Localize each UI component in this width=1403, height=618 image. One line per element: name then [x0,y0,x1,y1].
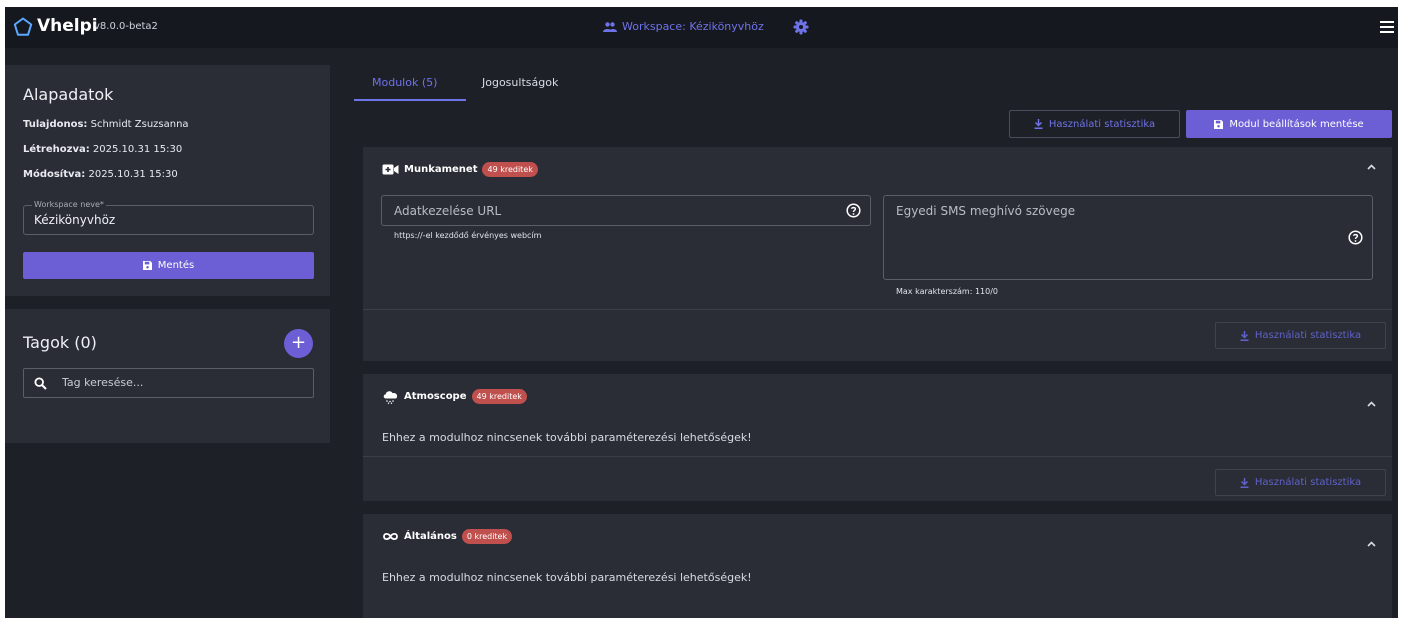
video-camera-icon [382,164,399,175]
save-module-settings-label: Modul beállítások mentése [1229,118,1364,130]
no-params-message: Ehhez a modulhoz nincsenek további param… [382,431,752,444]
modified-value: 2025.10.31 15:30 [88,169,178,180]
module-header[interactable]: Munkamenet 49 kreditek [382,162,538,177]
gear-icon[interactable] [793,19,809,35]
privacy-url-placeholder: Adatkezelése URL [394,204,502,218]
floppy-disk-icon [1214,119,1224,129]
chevron-up-icon[interactable] [1367,164,1376,170]
workspace-name-label: Workspace neve* [32,200,106,209]
created-value: 2025.10.31 15:30 [92,144,183,155]
infinity-icon [383,532,398,541]
usage-stats-label: Használati statisztika [1254,477,1362,488]
chevron-up-icon[interactable] [1367,401,1376,407]
download-icon [1240,330,1249,341]
app-version: v8.0.0-beta2 [94,21,158,32]
save-button[interactable]: Mentés [23,252,314,279]
sms-char-count: Max karakterszám: 110/0 [896,287,999,296]
help-icon[interactable] [1348,230,1363,245]
brand-name[interactable]: Vhelpi [37,16,98,36]
tab-permissions[interactable]: Jogosultságok [482,76,558,89]
sms-invite-text-field[interactable]: Egyedi SMS meghívó szövege [883,195,1373,280]
created-row: Létrehozva: 2025.10.31 15:30 [23,144,182,155]
divider [363,456,1392,457]
privacy-url-hint: https://-el kezdődő érvényes webcím [394,231,542,240]
download-icon [1034,119,1043,129]
modified-row: Módosítva: 2025.10.31 15:30 [23,169,178,180]
module-card-munkamenet: Munkamenet 49 kreditek Adatkezelése URL … [363,147,1392,361]
workspace-name-value[interactable]: Kézikönyvhöz [34,213,115,227]
app-window: Vhelpi v8.0.0-beta2 Workspace: Kézikönyv… [5,7,1398,618]
usage-stats-label: Használati statisztika [1048,118,1156,130]
logo-icon [13,17,33,36]
workspace-name-field[interactable]: Workspace neve* Kézikönyvhöz [23,200,314,235]
cloud-icon [383,391,398,404]
download-icon [1240,477,1249,488]
module-card-atmoscope: Atmoscope 49 kreditek Ehhez a modulhoz n… [363,374,1392,501]
hamburger-menu-icon[interactable] [1380,21,1394,33]
workspace-label: Workspace: Kézikönyvhöz [622,20,764,33]
basics-title: Alapadatok [23,85,114,104]
module-header[interactable]: Általános 0 kreditek [382,529,513,544]
tab-modules[interactable]: Modulok (5) [372,76,437,89]
module-card-altalanos: Általános 0 kreditek Ehhez a modulhoz ni… [363,514,1392,618]
module-name: Atmoscope [404,391,467,402]
save-button-label: Mentés [157,260,195,271]
owner-row: Tulajdonos: Schmidt Zsuzsanna [23,119,189,130]
members-title: Tagok (0) [23,333,97,352]
top-bar: Vhelpi v8.0.0-beta2 Workspace: Kézikönyv… [5,7,1398,48]
created-label: Létrehozva: [23,144,90,155]
no-params-message: Ehhez a modulhoz nincsenek további param… [382,571,752,584]
sms-invite-placeholder: Egyedi SMS meghívó szövege [896,204,1076,218]
usage-stats-label: Használati statisztika [1254,330,1362,341]
owner-value: Schmidt Zsuzsanna [90,119,189,130]
chevron-up-icon[interactable] [1367,541,1376,547]
modified-label: Módosítva: [23,169,86,180]
usage-stats-button[interactable]: Használati statisztika [1215,322,1386,349]
credits-badge: 0 kreditek [461,529,513,544]
member-search-input[interactable] [62,376,302,389]
privacy-url-field[interactable]: Adatkezelése URL [381,195,871,226]
divider [363,309,1392,310]
usage-stats-button[interactable]: Használati statisztika [1215,469,1386,496]
owner-label: Tulajdonos: [23,119,88,130]
basics-panel: Alapadatok Tulajdonos: Schmidt Zsuzsanna… [5,65,330,296]
active-tab-indicator [354,99,466,101]
credits-badge: 49 kreditek [482,162,538,177]
module-name: Munkamenet [404,164,478,175]
floppy-disk-icon [142,261,152,270]
add-member-button[interactable]: + [284,329,313,358]
search-icon [34,377,47,390]
people-icon [603,21,617,32]
save-module-settings-button[interactable]: Modul beállítások mentése [1186,110,1392,138]
module-header[interactable]: Atmoscope 49 kreditek [382,389,527,404]
workspace-indicator[interactable]: Workspace: Kézikönyvhöz [603,20,764,33]
usage-stats-button[interactable]: Használati statisztika [1009,110,1180,138]
members-panel: Tagok (0) + [5,309,330,443]
credits-badge: 49 kreditek [471,389,527,404]
help-icon[interactable] [846,203,861,218]
module-name: Általános [404,531,457,542]
member-search[interactable] [23,368,314,398]
